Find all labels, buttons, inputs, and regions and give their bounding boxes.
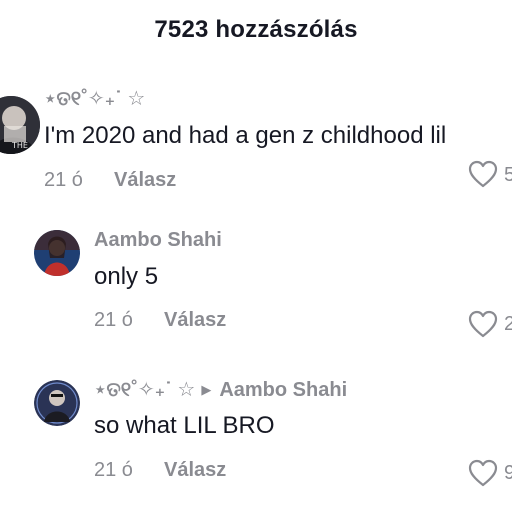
heart-outline-icon[interactable] (468, 459, 498, 487)
reply-text: so what LIL BRO (94, 412, 275, 439)
reply-username[interactable]: ⋆ତ୧˚✧₊˙ ☆ ▶ Aambo Shahi (94, 377, 347, 402)
reply-button[interactable]: Válasz (164, 459, 226, 482)
comments-sheet: 7523 hozzászólás THE ⋆ତ୧˚✧₊˙ ☆ I'm 2020 … (0, 0, 512, 512)
reply-timestamp: 21 ó (94, 459, 133, 481)
avatar[interactable] (34, 380, 80, 426)
like-count: 9 (504, 462, 512, 484)
reply-item: ⋆ତ୧˚✧₊˙ ☆ ▶ Aambo Shahi so what LIL BRO 21… (0, 0, 512, 512)
triangle-right-icon: ▶ (201, 382, 212, 397)
reply-username-text: ⋆ତ୧˚✧₊˙ ☆ (94, 379, 196, 401)
replied-to-username[interactable]: Aambo Shahi (219, 379, 347, 401)
